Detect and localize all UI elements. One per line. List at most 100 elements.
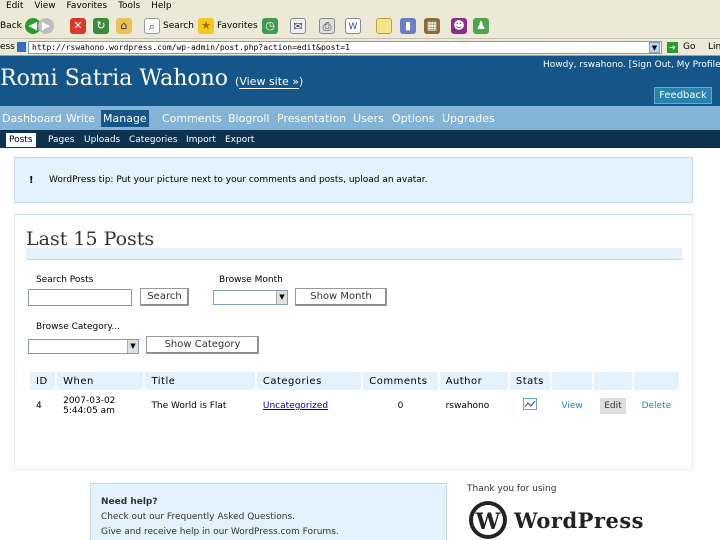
post-date: 2007-03-02 xyxy=(63,395,116,406)
users-button[interactable]: ♟ xyxy=(473,17,489,34)
research-button[interactable]: ▮ xyxy=(400,17,416,34)
search-posts-input[interactable] xyxy=(28,289,132,306)
nav-upgrades[interactable]: Upgrades xyxy=(440,110,497,127)
col-comments: Comments xyxy=(363,372,438,390)
history-button[interactable]: ◷ xyxy=(262,17,278,34)
nav-write[interactable]: Write xyxy=(64,110,97,127)
help-title: Need help? xyxy=(101,497,158,507)
search-posts-button[interactable]: Search xyxy=(140,288,189,306)
browse-category-select[interactable]: ▼ xyxy=(28,339,139,354)
url-input[interactable]: http://rswahono.wordpress.com/wp-admin/p… xyxy=(28,41,662,54)
home-icon: ⌂ xyxy=(116,17,132,34)
post-comments: 0 xyxy=(397,400,404,411)
subnav-pages[interactable]: Pages xyxy=(45,133,77,147)
post-category-link[interactable]: Uncategorized xyxy=(263,401,328,411)
col-view xyxy=(552,372,593,390)
show-category-button[interactable]: Show Category xyxy=(146,336,259,354)
col-author: Author xyxy=(439,372,508,390)
menu-help[interactable]: Help xyxy=(151,0,172,12)
browser-toolbar: Back ◀ ▶ ✕ ↻ ⌂ ⌕ Search ★ Favorites ◷ ✉ … xyxy=(0,12,720,39)
menu-view[interactable]: View xyxy=(34,0,55,12)
col-delete xyxy=(633,372,679,390)
nav-dashboard[interactable]: Dashboard xyxy=(0,110,64,127)
subnav-uploads[interactable]: Uploads xyxy=(81,133,123,147)
menu-edit[interactable]: Edit xyxy=(6,0,23,12)
nav-comments[interactable]: Comments xyxy=(160,110,224,127)
browse-category-label: Browse Category... xyxy=(36,322,121,332)
wordpress-logo[interactable]: W WordPress xyxy=(468,499,658,540)
blog-title: Romi Satria Wahono (View site ») xyxy=(0,66,304,91)
subnav-categories[interactable]: Categories xyxy=(126,133,181,147)
mail-button[interactable]: ✉ xyxy=(290,17,306,34)
favorites-button[interactable]: ★ Favorites xyxy=(198,17,258,34)
address-bar: ess http://rswahono.wordpress.com/wp-adm… xyxy=(0,39,720,56)
search-posts-label: Search Posts xyxy=(36,275,94,285)
nav-options[interactable]: Options xyxy=(390,110,436,127)
wp-header: Howdy, rswahono. [Sign Out, My Profile] … xyxy=(0,56,720,106)
links-button[interactable]: Lin xyxy=(708,42,720,52)
col-title: Title xyxy=(145,372,255,390)
table-header-row: ID When Title Categories Comments Author… xyxy=(30,372,679,390)
back-button[interactable]: Back ◀ xyxy=(0,17,41,34)
blog-title-text: Romi Satria Wahono xyxy=(0,66,229,91)
home-button[interactable]: ⌂ xyxy=(116,17,132,34)
tool-icon: ▦ xyxy=(424,17,440,34)
help-faq-text[interactable]: Check out our Frequently Asked Questions… xyxy=(101,512,295,522)
history-icon: ◷ xyxy=(262,17,278,34)
menu-favorites[interactable]: Favorites xyxy=(67,0,108,12)
subnav-import[interactable]: Import xyxy=(183,133,219,147)
chevron-down-icon: ▼ xyxy=(276,291,287,304)
search-button[interactable]: ⌕ Search xyxy=(144,17,194,34)
favorites-label: Favorites xyxy=(217,20,258,31)
mail-icon: ✉ xyxy=(290,17,306,34)
address-label: ess xyxy=(0,42,15,52)
url-dropdown-arrow[interactable]: ▼ xyxy=(649,42,660,53)
wordpress-wordmark: WordPress xyxy=(514,508,644,533)
stop-button[interactable]: ✕ xyxy=(70,17,86,34)
subnav-export[interactable]: Export xyxy=(222,133,257,147)
users-icon: ♟ xyxy=(473,17,489,34)
browse-month-select[interactable]: ▼ xyxy=(213,290,288,305)
feedback-button[interactable]: Feedback xyxy=(654,87,712,104)
forward-button[interactable]: ▶ xyxy=(38,17,54,34)
help-box: Need help? Check out our Frequently Aske… xyxy=(90,483,447,540)
print-button[interactable]: ⎙ xyxy=(319,17,335,34)
search-label: Search xyxy=(163,20,194,31)
view-post-link[interactable]: View xyxy=(561,401,582,411)
nav-users[interactable]: Users xyxy=(351,110,386,127)
page-icon xyxy=(17,42,26,52)
delete-post-link[interactable]: Delete xyxy=(642,401,672,411)
discuss-button[interactable] xyxy=(376,17,392,34)
post-author: rswahono xyxy=(445,400,490,411)
go-button[interactable]: Go xyxy=(683,42,695,52)
svg-text:W: W xyxy=(475,509,501,535)
chevron-down-icon: ▼ xyxy=(127,340,138,353)
page-title: Last 15 Posts xyxy=(26,228,155,250)
tip-mark: ! xyxy=(29,175,34,186)
browse-month-label: Browse Month xyxy=(219,275,283,285)
post-when: 2007-03-02 5:44:05 am xyxy=(57,392,143,419)
tool-button-1[interactable]: ▦ xyxy=(424,17,440,34)
howdy-text[interactable]: Howdy, rswahono. [Sign Out, My Profile] xyxy=(543,60,720,70)
stats-chart-icon[interactable] xyxy=(522,398,537,410)
show-month-button[interactable]: Show Month xyxy=(295,288,387,306)
nav-presentation[interactable]: Presentation xyxy=(275,110,348,127)
menu-tools[interactable]: Tools xyxy=(118,0,140,12)
table-row: 4 2007-03-02 5:44:05 am The World is Fla… xyxy=(30,392,679,419)
subnav-posts[interactable]: Posts xyxy=(6,133,36,147)
help-forums-text[interactable]: Give and receive help in our WordPress.c… xyxy=(101,527,339,537)
word-icon: W xyxy=(345,17,361,34)
edit-post-link[interactable]: Edit xyxy=(600,397,626,414)
edit-word-button[interactable]: W xyxy=(345,17,361,34)
tip-text: WordPress tip: Put your picture next to … xyxy=(49,175,428,185)
nav-blogroll[interactable]: Blogroll xyxy=(226,110,271,127)
forward-arrow-icon: ▶ xyxy=(38,17,54,34)
view-site-link[interactable]: View site » xyxy=(239,75,300,89)
print-icon: ⎙ xyxy=(319,17,335,34)
messenger-button[interactable]: ☻ xyxy=(451,17,467,34)
go-arrow-icon[interactable]: ➜ xyxy=(667,42,678,53)
post-time: 5:44:05 am xyxy=(63,405,115,416)
tip-box: ! WordPress tip: Put your picture next t… xyxy=(14,157,693,203)
nav-manage[interactable]: Manage xyxy=(101,110,149,127)
refresh-button[interactable]: ↻ xyxy=(93,17,109,34)
